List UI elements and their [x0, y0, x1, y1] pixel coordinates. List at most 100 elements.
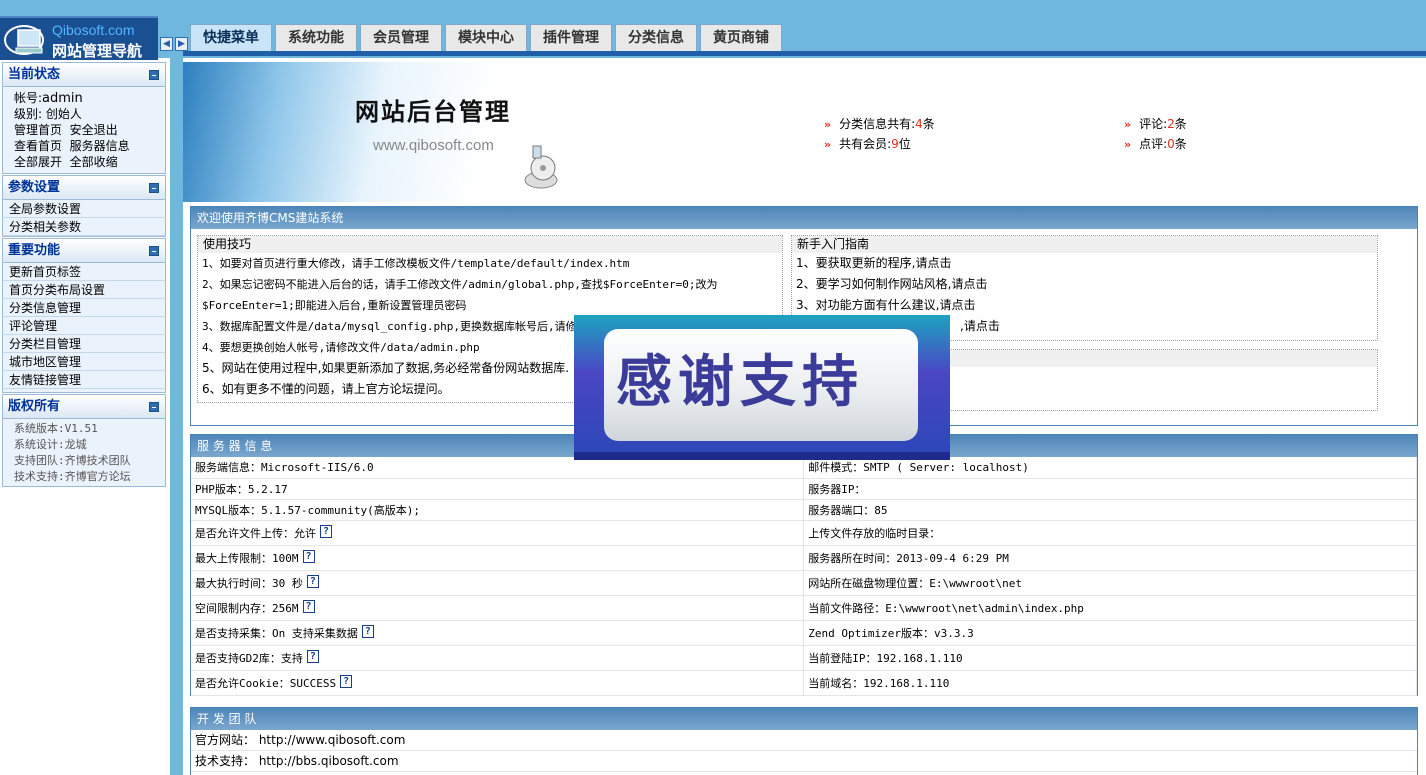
links-row: 管理首页 安全退出 [3, 122, 165, 138]
section-header[interactable]: 参数设置 [3, 176, 165, 200]
team-support[interactable]: 技术支持： http://bbs.qibosoft.com [191, 751, 1417, 772]
collapse-icon[interactable] [149, 402, 159, 412]
copyright-section: 版权所有 系统版本:V1.51 系统设计:龙城 支持团队:齐博技术团队 技术支持… [2, 394, 166, 487]
cell-text: 最大上传限制：100M [195, 551, 299, 565]
stat-unit: 条 [1174, 117, 1187, 131]
section-title: 版权所有 [8, 399, 61, 414]
stat-value: 9 [891, 137, 899, 151]
collapse-icon[interactable] [149, 183, 159, 193]
table-row: 最大执行时间：30 秒? 网站所在磁盘物理位置：E:\wwwroot\net [191, 570, 1417, 596]
guide-line[interactable]: 1、要获取更新的程序,请点击 [792, 253, 1377, 274]
table-row: 是否允许Cookie：SUCCESS? 当前域名：192.168.1.110 [191, 670, 1417, 696]
sidebar-item-regions[interactable]: 城市地区管理 [3, 353, 165, 371]
team-website[interactable]: 官方网站： http://www.qibosoft.com [191, 730, 1417, 751]
stat-value: 4 [915, 117, 923, 131]
tab-classified[interactable]: 分类信息 [615, 24, 697, 51]
section-header[interactable]: 当前状态 [3, 63, 165, 87]
level-line: 级别: 创始人 [14, 107, 82, 121]
help-icon[interactable]: ? [361, 624, 374, 638]
section-header[interactable]: 重要功能 [3, 239, 165, 263]
tip-line: $ForceEnter=1;即能进入后台,重新设置管理员密码 [202, 299, 467, 312]
params-section: 参数设置 全局参数设置 分类相关参数 [2, 175, 166, 237]
prev-arrow-icon[interactable]: ◀ [160, 37, 173, 51]
tab-plugins[interactable]: 插件管理 [530, 24, 612, 51]
link-admin-home[interactable]: 管理首页 [14, 123, 62, 137]
thanks-text: 感谢支持 [616, 350, 864, 415]
help-icon[interactable]: ? [340, 674, 353, 688]
table-cell: 是否支持GD2库：支持? [191, 645, 805, 671]
table-cell: MYSQL版本：5.1.57-community(高版本); [191, 499, 805, 521]
important-section: 重要功能 更新首页标签 首页分类布局设置 分类信息管理 评论管理 分类栏目管理 … [2, 238, 166, 393]
table-cell: 服务端信息：Microsoft-IIS/6.0 [191, 457, 805, 479]
table-cell: 空间限制内存：256M? [191, 595, 805, 621]
help-icon[interactable]: ? [306, 649, 319, 663]
nav-tabs: 快捷菜单 系统功能 会员管理 模块中心 插件管理 分类信息 黄页商铺 [190, 24, 785, 51]
stat-value: 2 [1167, 117, 1175, 131]
table-cell: 是否允许Cookie：SUCCESS? [191, 670, 805, 696]
stat-members: » 共有会员:9位 [824, 135, 911, 152]
account-line: 帐号:admin [3, 90, 165, 106]
table-cell: 最大上传限制：100M? [191, 545, 805, 571]
table-row: MYSQL版本：5.1.57-community(高版本); 服务器端口：85 [191, 499, 1417, 521]
table-row: 空间限制内存：256M? 当前文件路径：E:\wwwroot\net\admin\… [191, 595, 1417, 621]
link-view-home[interactable]: 查看首页 [14, 139, 62, 153]
table-cell: 当前域名：192.168.1.110 [803, 670, 1417, 696]
table-cell: 最大执行时间：30 秒? [191, 570, 805, 596]
double-arrow-icon: » [824, 138, 832, 151]
tip-line: 1、如要对首页进行重大修改，请手工修改模板文件/template/default… [202, 257, 630, 270]
tab-members[interactable]: 会员管理 [360, 24, 442, 51]
sidebar-item-update-tags[interactable]: 更新首页标签 [3, 263, 165, 281]
version-line: 系统版本:V1.51 [14, 422, 98, 435]
team-title: 开 发 团 队 [191, 708, 1417, 730]
tab-quick-menu[interactable]: 快捷菜单 [190, 24, 272, 51]
sidebar-item-comments[interactable]: 评论管理 [3, 317, 165, 335]
double-arrow-icon: » [1124, 118, 1132, 131]
help-icon[interactable]: ? [302, 549, 315, 563]
table-cell: PHP版本：5.2.17 [191, 478, 805, 500]
table-cell: 服务器端口：85 [803, 499, 1417, 521]
table-cell: 是否允许文件上传：允许? [191, 520, 805, 546]
link-logout[interactable]: 安全退出 [70, 123, 118, 137]
cell-text: 是否支持采集：On 支持采集数据 [195, 626, 358, 640]
sidebar-item-links[interactable]: 友情链接管理 [3, 371, 165, 389]
account-name: admin [42, 91, 83, 106]
help-icon[interactable]: ? [302, 599, 315, 613]
section-header[interactable]: 版权所有 [3, 395, 165, 419]
stat-unit: 位 [898, 137, 911, 151]
sidebar-item-global-params[interactable]: 全局参数设置 [3, 200, 165, 218]
table-row: 是否允许文件上传：允许? 上传文件存放的临时目录： [191, 520, 1417, 546]
cell-text: 是否支持GD2库：支持 [195, 651, 303, 665]
cell-text: 是否允许文件上传：允许 [195, 526, 316, 540]
guide-line[interactable]: 2、要学习如何制作网站风格,请点击 [792, 274, 1377, 295]
next-arrow-icon[interactable]: ▶ [175, 37, 188, 51]
sidebar-item-classified-params[interactable]: 分类相关参数 [3, 218, 165, 236]
sidebar-item-columns[interactable]: 分类栏目管理 [3, 335, 165, 353]
tip-line: 2、如果忘记密码不能进入后台的话，请手工修改文件/admin/global.ph… [202, 278, 718, 291]
tab-modules[interactable]: 模块中心 [445, 24, 527, 51]
table-row: 是否支持GD2库：支持? 当前登陆IP：192.168.1.110 [191, 645, 1417, 671]
links-row: 全部展开 全部收缩 [3, 154, 165, 170]
welcome-title: 欢迎使用齐博CMS建站系统 [191, 207, 1417, 229]
tab-system[interactable]: 系统功能 [275, 24, 357, 51]
stat-value: 0 [1167, 137, 1175, 151]
sidebar-item-layout[interactable]: 首页分类布局设置 [3, 281, 165, 299]
table-row: 服务端信息：Microsoft-IIS/6.0 邮件模式：SMTP ( Serve… [191, 457, 1417, 479]
section-title: 当前状态 [8, 67, 61, 82]
guide-line[interactable]: 3、对功能方面有什么建议,请点击 [792, 295, 1377, 316]
collapse-icon[interactable] [149, 70, 159, 80]
dev-team-panel: 开 发 团 队 官方网站： http://www.qibosoft.com 技术… [190, 707, 1418, 775]
link-expand-all[interactable]: 全部展开 [14, 155, 62, 169]
table-cell: Zend Optimizer版本：v3.3.3 [803, 620, 1417, 646]
disc-icon [524, 145, 558, 189]
link-collapse-all[interactable]: 全部收缩 [70, 155, 118, 169]
team-line: 支持团队:齐博技术团队 [14, 454, 131, 467]
link-server-info[interactable]: 服务器信息 [70, 139, 130, 153]
collapse-icon[interactable] [149, 246, 159, 256]
sidebar: 当前状态 帐号:admin 级别: 创始人 管理首页 安全退出 查看首页 服务器… [0, 60, 170, 775]
help-icon[interactable]: ? [320, 524, 332, 538]
tab-yellow-pages[interactable]: 黄页商铺 [700, 24, 782, 51]
table-cell: 服务器所在时间：2013-09-4 6:29 PM [803, 545, 1417, 571]
help-icon[interactable]: ? [306, 574, 319, 588]
stat-comments: » 评论:2条 [1124, 115, 1187, 132]
sidebar-item-classified[interactable]: 分类信息管理 [3, 299, 165, 317]
